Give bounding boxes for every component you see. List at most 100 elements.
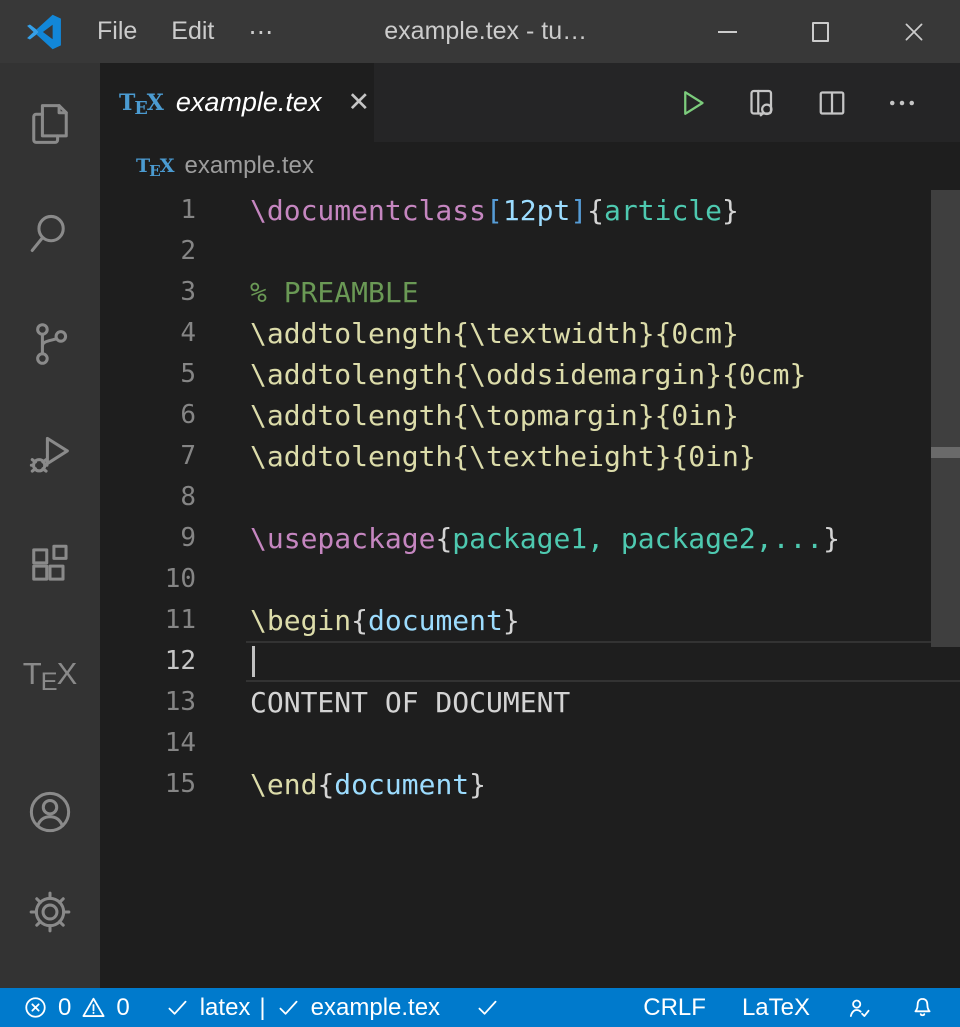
view-latex-pdf-button[interactable] — [744, 85, 780, 121]
gear-icon — [24, 886, 76, 938]
code-token: document — [368, 604, 503, 637]
code-lines: 1\documentclass[12pt]{article}23% PREAMB… — [100, 190, 960, 805]
minimize-button[interactable] — [681, 0, 774, 63]
activity-item-source-control[interactable] — [0, 289, 100, 399]
more-actions-button[interactable] — [884, 85, 920, 121]
code-line-8[interactable]: 8 — [100, 477, 960, 518]
line-number[interactable]: 6 — [100, 395, 196, 436]
code-line-6[interactable]: 6\addtolength{\topmargin}{0in} — [100, 395, 960, 436]
line-number[interactable]: 8 — [100, 477, 196, 518]
menu-file[interactable]: File — [80, 0, 154, 63]
line-number[interactable]: 15 — [100, 764, 196, 805]
code-line-15[interactable]: 15\end{document} — [100, 764, 960, 805]
line-content — [196, 231, 250, 272]
activity-item-latex-workshop[interactable]: TEX — [0, 619, 100, 729]
run-debug-icon — [24, 428, 76, 480]
code-line-4[interactable]: 4 \addtolength{\textwidth}{0cm} — [100, 313, 960, 354]
vscode-logo-icon — [26, 14, 62, 50]
code-editor[interactable]: 1\documentclass[12pt]{article}23% PREAMB… — [100, 190, 960, 988]
title-bar: FileEdit⋯ example.tex - tu… — [0, 0, 960, 63]
line-number[interactable]: 4 — [100, 313, 196, 354]
status-item-latex-structure[interactable]: latex|example.tex — [164, 994, 440, 1022]
activity-item-run-debug[interactable] — [0, 399, 100, 509]
code-line-10[interactable]: 10 — [100, 559, 960, 600]
code-line-9[interactable]: 9\usepackage{package1, package2,...} — [100, 518, 960, 559]
status-item-language-mode[interactable]: LaTeX — [742, 994, 810, 1022]
activity-item-settings[interactable] — [0, 862, 100, 962]
account-icon — [24, 786, 76, 838]
status-text: 0 — [116, 994, 129, 1022]
build-latex-project-button[interactable] — [674, 85, 710, 121]
line-number[interactable]: 7 — [100, 436, 196, 477]
code-line-11[interactable]: 11\begin{document} — [100, 600, 960, 641]
menu-edit[interactable]: Edit — [154, 0, 231, 63]
code-line-13[interactable]: 13CONTENT OF DOCUMENT — [100, 682, 960, 723]
line-content — [196, 477, 250, 518]
status-item-feedback[interactable] — [846, 994, 873, 1021]
status-item-notifications[interactable] — [909, 994, 936, 1021]
line-number[interactable]: 10 — [100, 559, 196, 600]
split-icon — [814, 85, 850, 121]
line-number[interactable]: 2 — [100, 231, 196, 272]
status-text: latex — [200, 994, 251, 1022]
status-item-problems[interactable]: 00 — [22, 994, 130, 1022]
bell-icon — [909, 994, 936, 1021]
status-item-spell-check[interactable] — [474, 994, 501, 1021]
tab-label: example.tex — [176, 87, 322, 118]
line-number[interactable]: 12 — [100, 641, 196, 682]
status-item-eol-sequence[interactable]: CRLF — [643, 994, 706, 1022]
code-line-5[interactable]: 5\addtolength{\oddsidemargin}{0cm} — [100, 354, 960, 395]
check-icon — [164, 994, 191, 1021]
tab-example-tex[interactable]: TEX example.tex ✕ — [103, 63, 374, 142]
editor-group: TEX example.tex ✕ TEX example.tex 1 \docu… — [100, 63, 960, 988]
line-number[interactable]: 3 — [100, 272, 196, 313]
code-line-7[interactable]: 7\addtolength{\textheight}{0in} — [100, 436, 960, 477]
code-line-2[interactable]: 2 — [100, 231, 960, 272]
code-token: package1, package2,... — [452, 522, 823, 555]
tab-close-icon[interactable]: ✕ — [347, 87, 370, 118]
breadcrumb-item-file[interactable]: example.tex — [184, 152, 313, 180]
maximize-icon — [812, 22, 829, 42]
minimize-icon — [718, 31, 737, 33]
line-number[interactable]: 9 — [100, 518, 196, 559]
line-number[interactable]: 13 — [100, 682, 196, 723]
current-line-highlight — [246, 641, 960, 682]
check-icon — [275, 994, 302, 1021]
menu-more-menus[interactable]: ⋯ — [231, 0, 290, 63]
close-window-button[interactable] — [867, 0, 960, 63]
line-content — [196, 559, 250, 600]
code-line-3[interactable]: 3 % PREAMBLE — [100, 272, 960, 313]
code-token: } — [469, 768, 486, 801]
code-token: { — [587, 194, 604, 227]
line-number[interactable]: 5 — [100, 354, 196, 395]
code-line-1[interactable]: 1\documentclass[12pt]{article} — [100, 190, 960, 231]
line-number[interactable]: 1 — [100, 190, 196, 231]
code-token: % PREAMBLE — [250, 276, 419, 309]
status-text: LaTeX — [742, 994, 810, 1022]
tex-logo-icon: TEX — [23, 656, 78, 692]
tex-file-icon: TEX — [119, 90, 164, 116]
activity-item-search[interactable] — [0, 179, 100, 289]
code-token: \addtolength{\textwidth}{0cm} — [250, 317, 739, 350]
line-number[interactable]: 14 — [100, 723, 196, 764]
ellipsis-icon — [884, 85, 920, 121]
line-number[interactable]: 11 — [100, 600, 196, 641]
split-editor-button[interactable] — [814, 85, 850, 121]
scrollbar-thumb[interactable] — [931, 190, 960, 647]
line-content: \begin{document} — [196, 600, 520, 641]
code-token: \documentclass — [250, 194, 486, 227]
breadcrumb: TEX example.tex — [100, 142, 960, 190]
code-token: ] — [570, 194, 587, 227]
maximize-button[interactable] — [774, 0, 867, 63]
status-text: 0 — [58, 994, 71, 1022]
status-text: example.tex — [311, 994, 440, 1022]
code-token: } — [722, 194, 739, 227]
code-token: \begin — [250, 604, 351, 637]
preview-icon — [744, 85, 780, 121]
activity-item-explorer[interactable] — [0, 69, 100, 179]
activity-item-accounts[interactable] — [0, 762, 100, 862]
code-line-14[interactable]: 14 — [100, 723, 960, 764]
activity-item-extensions[interactable] — [0, 509, 100, 619]
line-content: \usepackage{package1, package2,...} — [196, 518, 840, 559]
error-icon — [22, 994, 49, 1021]
